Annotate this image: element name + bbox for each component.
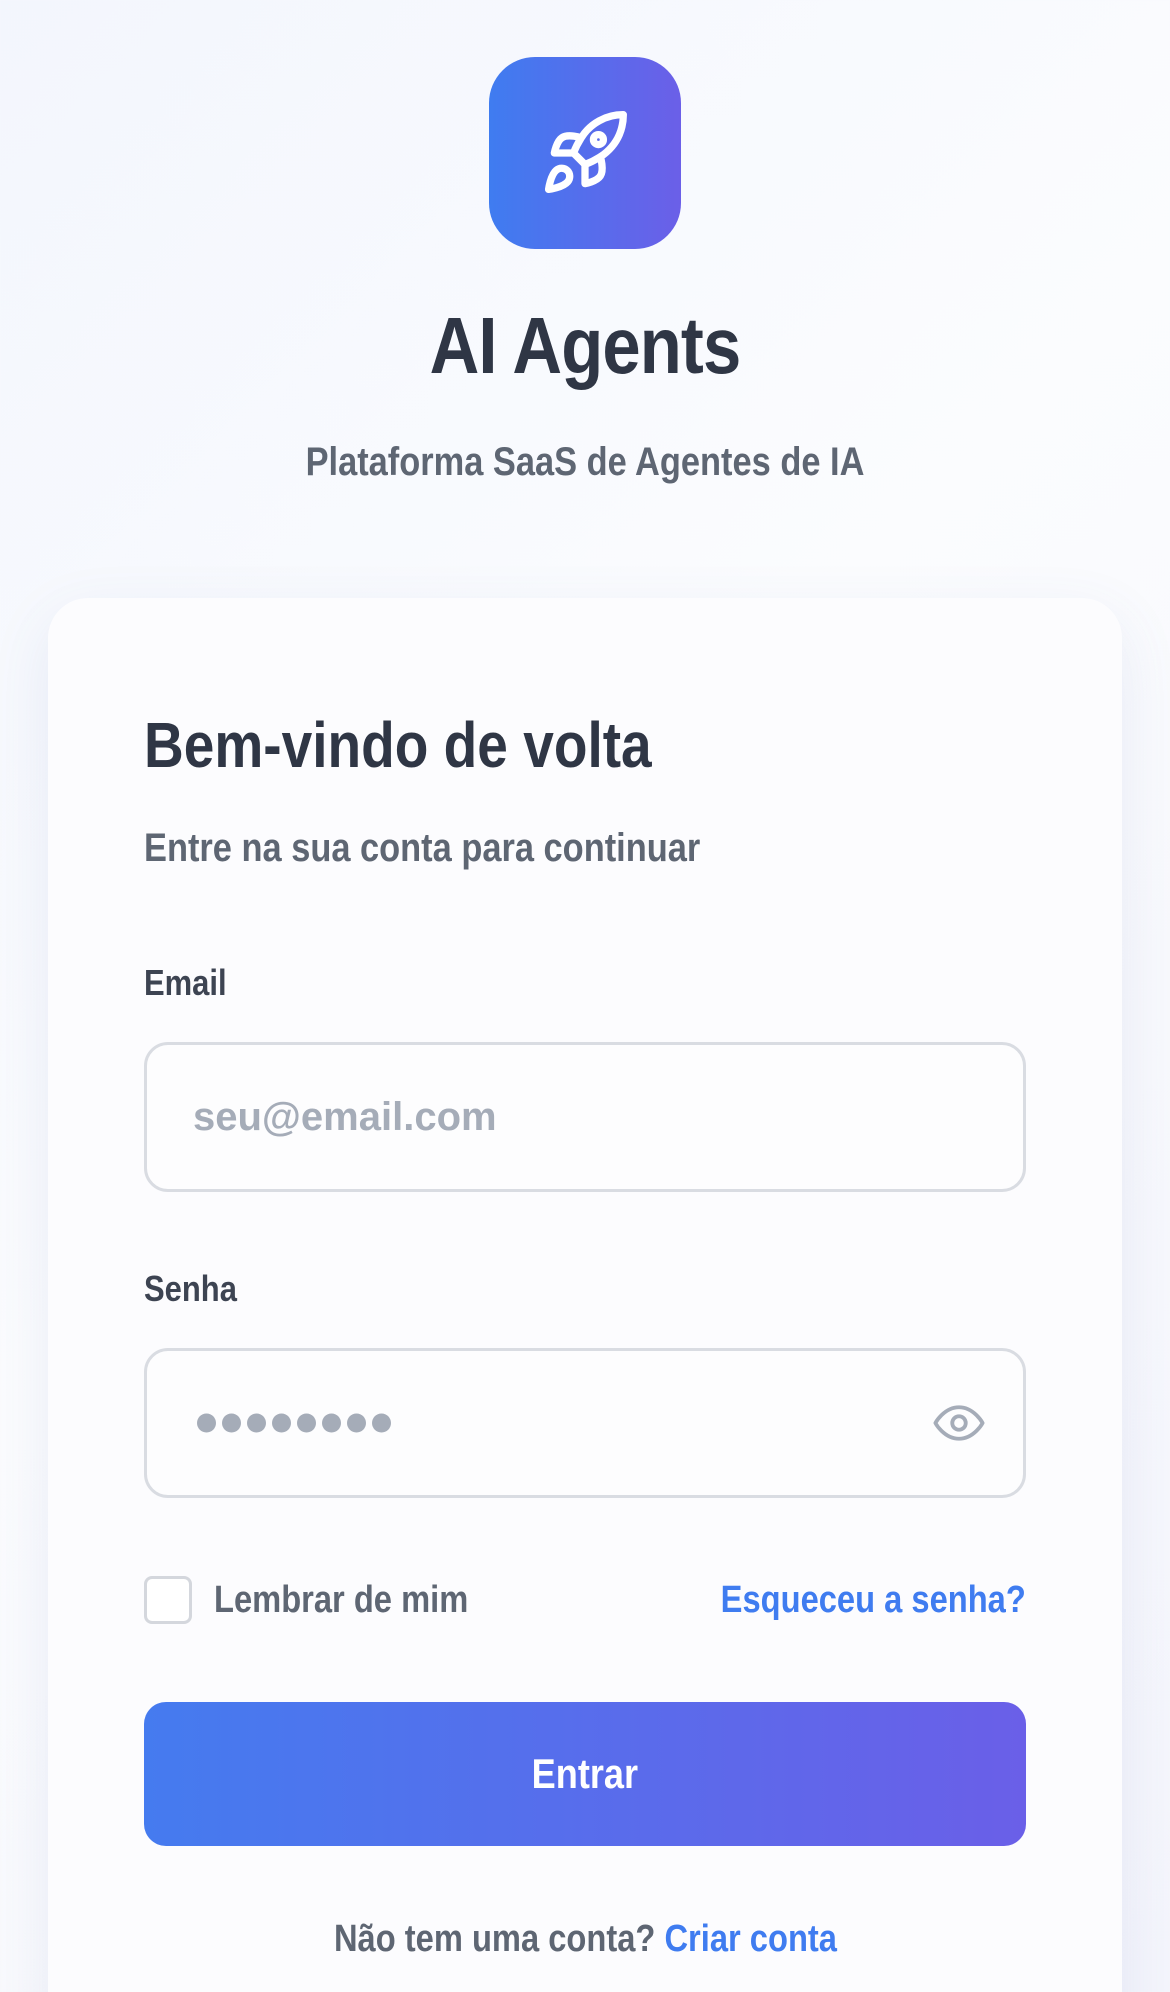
signup-prompt-line: Não tem uma conta? Criar conta	[48, 1918, 1122, 1961]
login-button-label: Entrar	[531, 1750, 639, 1797]
app-subtitle: Plataforma SaaS de Agentes de IA	[305, 440, 865, 484]
eye-icon	[933, 1405, 985, 1441]
rocket-icon	[544, 111, 627, 194]
remember-me-checkbox[interactable]	[144, 1576, 192, 1624]
email-field-container	[144, 1042, 1026, 1192]
login-button[interactable]: Entrar	[144, 1702, 1026, 1846]
login-title: Bem-vindo de volta	[144, 709, 652, 781]
signup-prompt: Não tem uma conta?	[333, 1918, 655, 1960]
email-input[interactable]	[193, 1045, 953, 1189]
login-card: Bem-vindo de volta Entre na sua conta pa…	[48, 598, 1122, 1992]
password-label: Senha	[144, 1268, 237, 1309]
login-subtitle: Entre na sua conta para continuar	[144, 826, 701, 870]
create-account-link[interactable]: Criar conta	[664, 1918, 837, 1960]
email-label: Email	[144, 962, 227, 1003]
show-password-button[interactable]	[931, 1395, 987, 1451]
app-logo	[489, 57, 681, 249]
app-title: AI Agents	[429, 301, 742, 390]
forgot-password-link[interactable]: Esqueceu a senha?	[721, 1576, 1026, 1624]
remember-me-label: Lembrar de mim	[214, 1579, 469, 1621]
password-placeholder-dots	[197, 1413, 391, 1433]
password-input[interactable]	[144, 1348, 1026, 1498]
